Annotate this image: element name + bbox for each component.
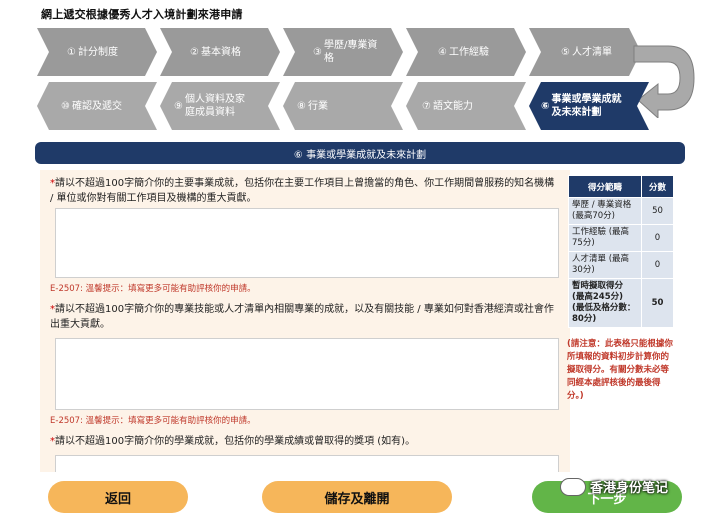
watermark: 香港身份笔记: [560, 477, 668, 496]
score-note: (請注意：此表格只能根據你所填報的資料初步計算你的擬取得分。有關分數未必等同經本…: [567, 339, 673, 401]
question-text: 請以不超過100字簡介你的主要事業成就，包括你在主要工作項目上曾擔當的角色、你工…: [50, 178, 555, 204]
step-number: ⑤: [561, 46, 570, 58]
question-text: 請以不超過100字簡介你的學業成就，包括你的學業成績或曾取得的獎項 (如有)。: [55, 436, 416, 447]
table-row: 工作經驗 (最高75分) 0: [568, 224, 674, 252]
score-value: 0: [641, 251, 674, 279]
question-text: 請以不超過100字簡介你的專業技能或人才清單內相關專業的成就，以及有關技能 / …: [50, 304, 554, 330]
watermark-text: 香港身份笔记: [590, 481, 669, 496]
question-professional-skills: *請以不超過100字簡介你的專業技能或人才清單內相關專業的成就，以及有關技能 /…: [50, 302, 560, 332]
step-10-confirm-submit[interactable]: ⑩ 確認及遞交: [37, 82, 157, 130]
step-number: ⑧: [297, 100, 306, 112]
step-label: 行業: [307, 100, 328, 112]
career-achievements-hint: E-2507: 溫馨提示：填寫更多可能有助評核你的申請。: [50, 284, 256, 294]
score-value: 50: [641, 197, 674, 225]
question-academic-achievements: *請以不超過100字簡介你的學業成就，包括你的學業成績或曾取得的獎項 (如有)。: [50, 434, 560, 449]
page-title: 網上遞交根據優秀人才入境計劃來港申請: [41, 8, 243, 21]
step-number: ③: [313, 46, 322, 58]
step-3-education[interactable]: ③ 學歷/專業資格: [283, 28, 403, 76]
step-label: 語文能力: [432, 100, 473, 112]
score-table: 得分範疇 分數 學歷 / 專業資格 (最高70分) 50 工作經驗 (最高75分…: [568, 175, 674, 328]
step-label: 個人資料及家庭成員資料: [184, 94, 245, 118]
score-category: 暫時擬取得分 (最高245分) (最低及格分數：80分): [568, 278, 642, 328]
section-header: ⑥ 事業或學業成就及未來計劃: [35, 142, 685, 164]
step-1-scoring-system[interactable]: ① 計分制度: [37, 28, 157, 76]
step-label: 工作經驗: [448, 46, 489, 58]
step-number: ②: [190, 46, 199, 58]
score-table-header-category: 得分範疇: [568, 175, 642, 198]
table-row-total: 暫時擬取得分 (最高245分) (最低及格分數：80分) 50: [568, 278, 674, 328]
professional-skills-hint: E-2507: 溫馨提示：填寫更多可能有助評核你的申請。: [50, 416, 256, 426]
step-8-industry[interactable]: ⑧ 行業: [283, 82, 403, 130]
step-9-personal-family[interactable]: ⑨ 個人資料及家庭成員資料: [160, 82, 280, 130]
back-button[interactable]: 返回: [48, 481, 188, 513]
table-row: 學歷 / 專業資格 (最高70分) 50: [568, 197, 674, 225]
score-value: 50: [641, 278, 674, 328]
step-label: 事業或學業成就及未來計劃: [551, 94, 622, 118]
career-achievements-textarea[interactable]: [55, 208, 559, 278]
step-label: 基本資格: [200, 46, 241, 58]
score-table-header-score: 分數: [641, 175, 674, 198]
step-number: ⑦: [422, 100, 431, 112]
step-6-achievements[interactable]: ⑥ 事業或學業成就及未來計劃: [529, 82, 649, 130]
score-value: 0: [641, 224, 674, 252]
score-category: 人才清單 (最高30分): [568, 251, 642, 279]
save-exit-button[interactable]: 儲存及離開: [262, 481, 452, 513]
step-2-basic-eligibility[interactable]: ② 基本資格: [160, 28, 280, 76]
step-4-work-experience[interactable]: ④ 工作經驗: [406, 28, 526, 76]
step-label: 確認及遞交: [71, 100, 122, 112]
score-category: 學歷 / 專業資格 (最高70分): [568, 197, 642, 225]
wechat-icon: [560, 477, 586, 496]
step-number: ①: [67, 46, 76, 58]
step-number: ⑥: [541, 100, 550, 112]
professional-skills-textarea[interactable]: [55, 338, 559, 410]
question-career-achievements: *請以不超過100字簡介你的主要事業成就，包括你在主要工作項目上曾擔當的角色、你…: [50, 176, 560, 206]
step-number: ⑩: [61, 100, 70, 112]
score-category: 工作經驗 (最高75分): [568, 224, 642, 252]
step-label: 人才清單: [571, 46, 612, 58]
step-label: 學歷/專業資格: [323, 40, 378, 64]
step-number: ④: [438, 46, 447, 58]
table-row: 人才清單 (最高30分) 0: [568, 251, 674, 279]
step-label: 計分制度: [77, 46, 118, 58]
step-number: ⑨: [174, 100, 183, 112]
step-7-language[interactable]: ⑦ 語文能力: [406, 82, 526, 130]
